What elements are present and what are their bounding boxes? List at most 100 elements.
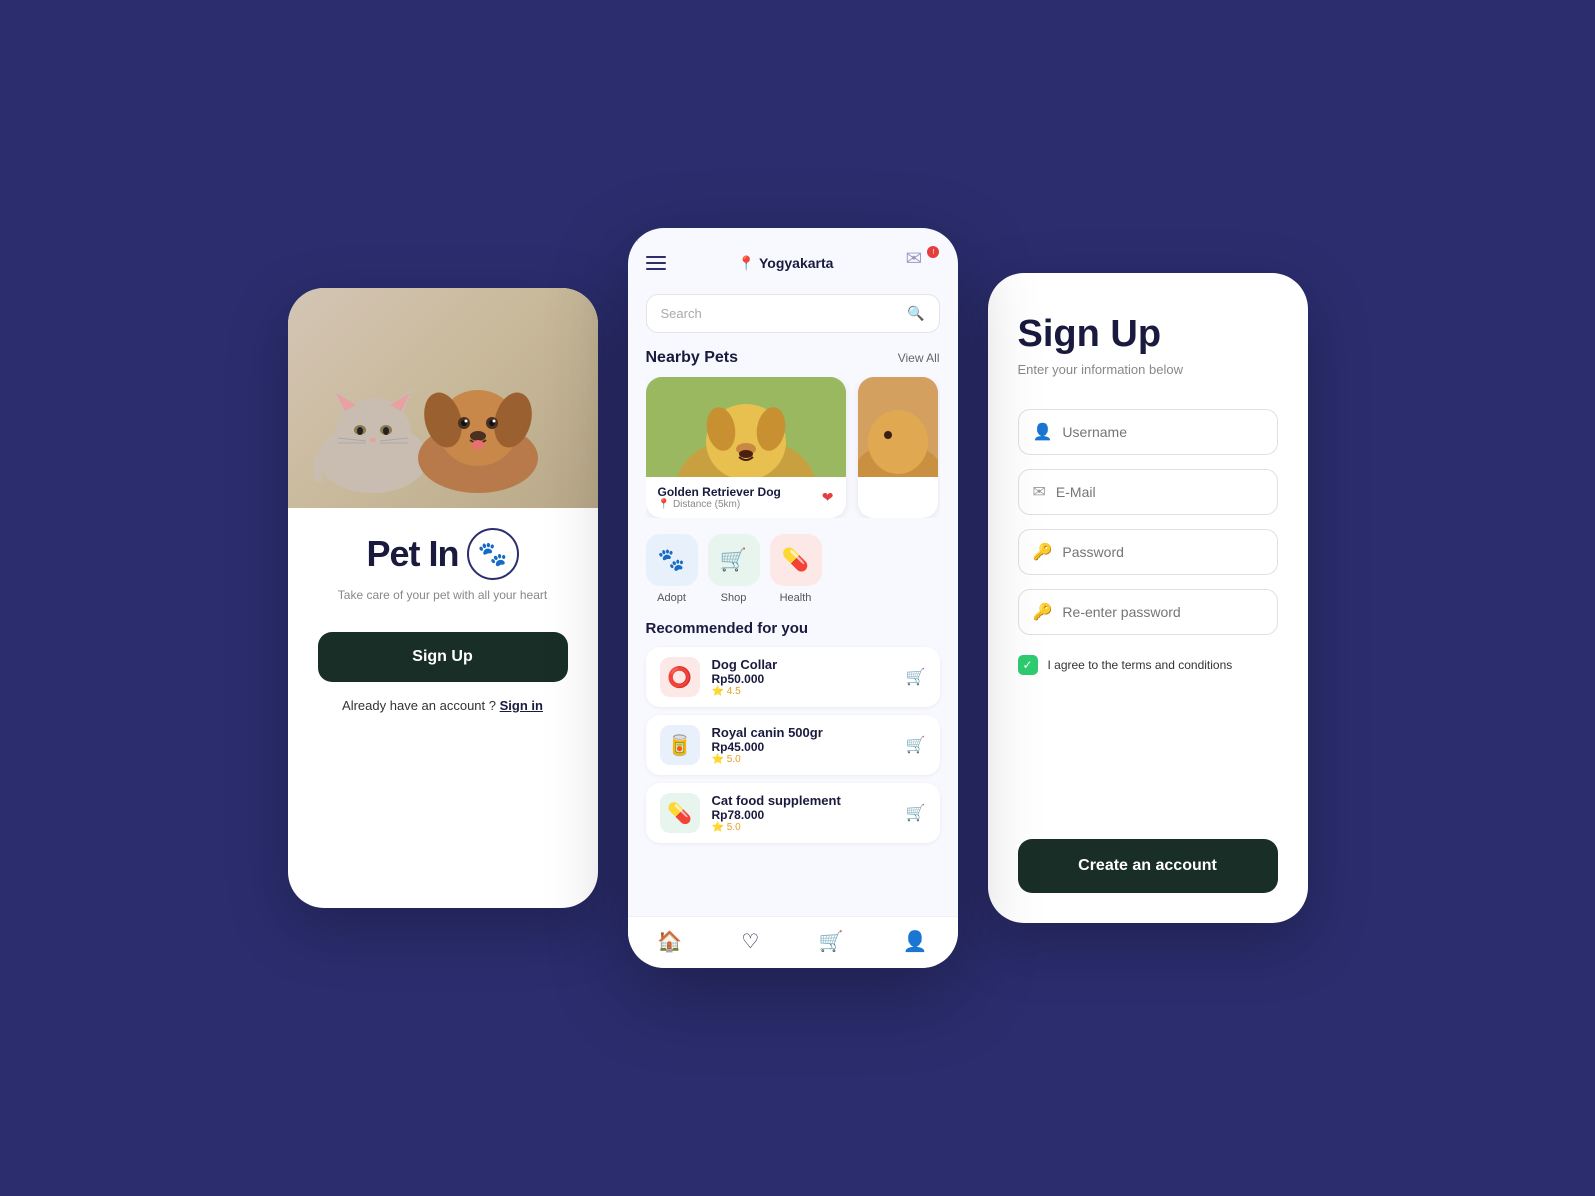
category-shop[interactable]: 🛒 Shop xyxy=(708,534,760,604)
mail-icon: ✉ xyxy=(905,248,922,270)
notification-button[interactable]: ✉ ! xyxy=(905,246,939,280)
signin-link[interactable]: Sign in xyxy=(500,698,543,713)
username-field-wrapper[interactable]: 👤 xyxy=(1018,409,1278,455)
add-to-cart-2[interactable]: 🛒 xyxy=(906,735,926,755)
password-icon: 🔑 xyxy=(1033,542,1053,562)
product-name-1: Dog Collar xyxy=(712,657,894,672)
screens-container: Pet In 🐾 Take care of your pet with all … xyxy=(288,228,1308,968)
shop-label: Shop xyxy=(721,592,747,604)
supplement-icon: 💊 xyxy=(667,801,692,826)
product-price-2: Rp45.000 xyxy=(712,740,894,754)
add-to-cart-3[interactable]: 🛒 xyxy=(906,803,926,823)
app-title: Pet In xyxy=(366,533,458,575)
cart-nav-icon[interactable]: 🛒 xyxy=(819,929,844,954)
health-icon: 💊 xyxy=(782,547,809,573)
location-pin-icon: 📍 xyxy=(738,255,755,272)
pet-info-text: Golden Retriever Dog 📍 Distance (5km) xyxy=(658,485,781,510)
screen1-splash: Pet In 🐾 Take care of your pet with all … xyxy=(288,288,598,908)
collar-icon: ⭕ xyxy=(667,665,692,690)
reenter-password-icon: 🔑 xyxy=(1033,602,1053,622)
username-input[interactable] xyxy=(1062,424,1262,440)
screen3-signup: Sign Up Enter your information below 👤 ✉… xyxy=(988,273,1308,923)
product-name-2: Royal canin 500gr xyxy=(712,725,894,740)
product-item-3[interactable]: 💊 Cat food supplement Rp78.000 ⭐ 5.0 🛒 xyxy=(646,783,940,843)
search-bar[interactable]: Search 🔍 xyxy=(646,294,940,333)
bottom-nav: 🏠 ♡ 🛒 👤 xyxy=(628,916,958,968)
app-tagline: Take care of your pet with all your hear… xyxy=(338,588,547,602)
food-icon: 🥫 xyxy=(667,733,692,758)
pet-card-info-1: Golden Retriever Dog 📍 Distance (5km) ❤ xyxy=(646,477,846,518)
pet-name: Golden Retriever Dog xyxy=(658,485,781,499)
product-item-1[interactable]: ⭕ Dog Collar Rp50.000 ⭐ 4.5 🛒 xyxy=(646,647,940,707)
password-field-wrapper[interactable]: 🔑 xyxy=(1018,529,1278,575)
reenter-password-input[interactable] xyxy=(1062,604,1262,620)
pet-card-image-1 xyxy=(646,377,846,477)
pet-card-image-2: 📍 xyxy=(858,377,938,477)
user-icon: 👤 xyxy=(1033,422,1053,442)
product-rating-1: ⭐ 4.5 xyxy=(712,686,894,697)
hamburger-menu[interactable] xyxy=(646,256,666,270)
menu-line-3 xyxy=(646,268,666,270)
terms-checkbox[interactable]: ✓ xyxy=(1018,655,1038,675)
favorites-nav-icon[interactable]: ♡ xyxy=(741,929,759,954)
product-price-3: Rp78.000 xyxy=(712,808,894,822)
partial-pet-svg xyxy=(858,377,938,477)
signup-button-s1[interactable]: Sign Up xyxy=(318,632,568,682)
nearby-section-header: Nearby Pets View All xyxy=(646,349,940,367)
email-icon: ✉ xyxy=(1033,482,1046,502)
shop-icon-bg: 🛒 xyxy=(708,534,760,586)
product-details-2: Royal canin 500gr Rp45.000 ⭐ 5.0 xyxy=(712,725,894,765)
pet-card-1[interactable]: Golden Retriever Dog 📍 Distance (5km) ❤ xyxy=(646,377,846,518)
signin-prompt: Already have an account ? Sign in xyxy=(342,698,543,713)
adopt-label: Adopt xyxy=(657,592,686,604)
email-input[interactable] xyxy=(1056,484,1263,500)
product-list: ⭕ Dog Collar Rp50.000 ⭐ 4.5 🛒 🥫 Royal ca… xyxy=(646,647,940,843)
search-icon: 🔍 xyxy=(907,305,924,322)
password-input[interactable] xyxy=(1062,544,1262,560)
recommended-title: Recommended for you xyxy=(646,620,940,637)
category-health[interactable]: 💊 Health xyxy=(770,534,822,604)
adopt-icon: 🐾 xyxy=(658,547,685,573)
pet-card-2[interactable]: 📍 xyxy=(858,377,938,518)
product-item-2[interactable]: 🥫 Royal canin 500gr Rp45.000 ⭐ 5.0 🛒 xyxy=(646,715,940,775)
categories-row: 🐾 Adopt 🛒 Shop 💊 Health xyxy=(646,534,940,604)
screen1-content: Pet In 🐾 Take care of your pet with all … xyxy=(288,508,598,908)
golden-dog-svg xyxy=(646,377,846,477)
product-rating-2: ⭐ 5.0 xyxy=(712,754,894,765)
home-nav-icon[interactable]: 🏠 xyxy=(657,929,682,954)
email-field-wrapper[interactable]: ✉ xyxy=(1018,469,1278,515)
menu-line-2 xyxy=(646,262,666,264)
product-img-3: 💊 xyxy=(660,793,700,833)
favorite-icon[interactable]: ❤ xyxy=(822,489,834,506)
paw-logo: 🐾 xyxy=(467,528,519,580)
product-name-3: Cat food supplement xyxy=(712,793,894,808)
menu-line-1 xyxy=(646,256,666,258)
signup-form-title: Sign Up xyxy=(1018,313,1278,356)
shop-icon: 🛒 xyxy=(720,547,747,573)
adopt-icon-bg: 🐾 xyxy=(646,534,698,586)
hero-image xyxy=(288,288,598,508)
add-to-cart-1[interactable]: 🛒 xyxy=(906,667,926,687)
signup-form-subtitle: Enter your information below xyxy=(1018,362,1278,377)
product-price-1: Rp50.000 xyxy=(712,672,894,686)
terms-row: ✓ I agree to the terms and conditions xyxy=(1018,655,1278,675)
product-details-1: Dog Collar Rp50.000 ⭐ 4.5 xyxy=(712,657,894,697)
product-rating-3: ⭐ 5.0 xyxy=(712,822,894,833)
health-label: Health xyxy=(780,592,812,604)
profile-nav-icon[interactable]: 👤 xyxy=(903,929,928,954)
create-account-button[interactable]: Create an account xyxy=(1018,839,1278,893)
health-icon-bg: 💊 xyxy=(770,534,822,586)
reenter-password-wrapper[interactable]: 🔑 xyxy=(1018,589,1278,635)
screen2-home: 📍 Yogyakarta ✉ ! Search 🔍 Nearby Pets Vi… xyxy=(628,228,958,968)
terms-text: I agree to the terms and conditions xyxy=(1048,658,1233,672)
pet-cards-row: Golden Retriever Dog 📍 Distance (5km) ❤ xyxy=(646,377,940,518)
category-adopt[interactable]: 🐾 Adopt xyxy=(646,534,698,604)
view-all-link[interactable]: View All xyxy=(898,351,940,365)
search-placeholder-text: Search xyxy=(661,306,900,321)
dog-illustration xyxy=(398,368,558,498)
location-display: 📍 Yogyakarta xyxy=(738,255,834,272)
product-details-3: Cat food supplement Rp78.000 ⭐ 5.0 xyxy=(712,793,894,833)
notification-badge: ! xyxy=(927,246,939,258)
logo-container: Pet In 🐾 xyxy=(366,528,518,580)
header-row: 📍 Yogyakarta ✉ ! xyxy=(646,246,940,280)
